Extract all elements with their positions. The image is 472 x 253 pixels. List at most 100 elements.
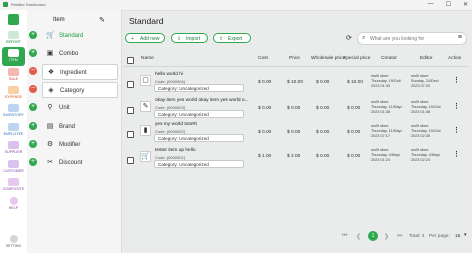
- close-window-button[interactable]: ✕: [463, 1, 468, 8]
- category-row-brand: + ▤ Brand: [27, 119, 121, 136]
- help-icon: [9, 197, 18, 205]
- total-count: Total: 4: [409, 234, 425, 239]
- filter-icon[interactable]: ≡: [458, 34, 462, 41]
- row-checkbox[interactable]: [127, 157, 134, 164]
- brand-icon: ▤: [46, 123, 54, 130]
- expand-plus-icon[interactable]: +: [29, 140, 37, 148]
- expand-plus-icon[interactable]: +: [29, 49, 37, 57]
- expense-icon: [8, 86, 19, 94]
- nav-expense[interactable]: EXPENSE: [2, 84, 25, 103]
- expand-plus-icon[interactable]: +: [29, 122, 37, 130]
- nav-report[interactable]: REPORT: [2, 29, 25, 48]
- nav-item[interactable]: ITEM: [2, 47, 25, 66]
- item-editor: multi store Thursday, 19/Oct/2023 01:48: [411, 100, 441, 114]
- export-icon: ⇧: [219, 35, 224, 42]
- item-category-field[interactable]: Category: Uncategorized: [154, 110, 244, 118]
- export-button[interactable]: ⇧ Export: [213, 33, 251, 43]
- row-actions-menu-icon[interactable]: ⋮: [453, 102, 460, 110]
- row-checkbox[interactable]: [127, 131, 134, 138]
- search-icon: ⌕: [362, 35, 366, 41]
- column-header-editor[interactable]: Editor: [420, 56, 433, 61]
- first-page-button[interactable]: ⏮: [342, 233, 347, 240]
- item-editor: multi store Sunday, 24/Dec/2023 07:20: [411, 74, 439, 88]
- nav-sale[interactable]: SALE: [2, 66, 25, 85]
- per-page-select[interactable]: 15: [455, 234, 460, 239]
- edit-pencil-icon[interactable]: ✎: [99, 16, 105, 24]
- discount-icon: ✂: [47, 159, 53, 166]
- store-logo-icon: [8, 14, 19, 25]
- import-button[interactable]: ⇩ Import: [171, 33, 208, 43]
- column-header-creator[interactable]: Creator: [381, 56, 397, 61]
- item-price: $ 10.00: [287, 80, 304, 85]
- column-header-cost[interactable]: Cost: [258, 56, 268, 61]
- main-content: Standard + Add new ⇩ Import ⇧ Export ⟳ ⌕…: [121, 10, 472, 253]
- expand-plus-icon[interactable]: +: [29, 158, 37, 166]
- prev-page-button[interactable]: ❮: [356, 233, 361, 240]
- current-page-button[interactable]: 1: [368, 231, 378, 241]
- category-label: Modifier: [59, 142, 81, 148]
- item-name: yes my world totoRi: [155, 122, 197, 127]
- nav-employee[interactable]: EMPLOYEE: [2, 121, 25, 140]
- row-checkbox[interactable]: [127, 81, 134, 88]
- collapse-minus-icon[interactable]: −: [29, 67, 37, 75]
- category-item-standard[interactable]: 🛒 Standard: [42, 28, 118, 44]
- nav-setting[interactable]: SETTING: [2, 233, 25, 252]
- expand-plus-icon[interactable]: +: [29, 31, 37, 39]
- item-wholesale-price: $ 0.00: [316, 106, 330, 111]
- next-page-button[interactable]: ❯: [384, 233, 389, 240]
- nav-customer[interactable]: CUSTOMER: [2, 158, 25, 177]
- item-creator: multi store Thursday, 11/May/2023 07:17: [371, 124, 402, 138]
- chevron-down-icon[interactable]: ▾: [464, 233, 466, 238]
- last-page-button[interactable]: ⏭: [397, 233, 402, 240]
- category-row-ingredient: − ❖ Ingredient: [27, 64, 121, 81]
- item-thumbnail: ▢: [140, 75, 151, 86]
- category-item-category[interactable]: ◈ Category: [42, 82, 118, 98]
- refresh-icon[interactable]: ⟳: [346, 34, 352, 42]
- item-special-price: $ 0.00: [347, 130, 361, 135]
- nav-supplier[interactable]: SUPPLIER: [2, 139, 25, 158]
- nav-help[interactable]: HELP: [2, 195, 25, 214]
- nav-composite[interactable]: COMPOSITE: [2, 176, 25, 195]
- item-category-field[interactable]: Category: Uncategorized: [154, 84, 244, 92]
- category-row-discount: + ✂ Discount: [27, 155, 121, 172]
- modifier-icon: ⚙: [46, 141, 54, 148]
- row-checkbox[interactable]: [127, 107, 134, 114]
- row-actions-menu-icon[interactable]: ⋮: [453, 150, 460, 158]
- item-category-field[interactable]: Category: Uncategorized: [154, 134, 244, 142]
- nav-inventory[interactable]: INVENTORY: [2, 102, 25, 121]
- column-header-wholesale[interactable]: Wholesale price: [311, 56, 345, 61]
- add-new-button[interactable]: + Add new: [125, 33, 165, 43]
- item-category-panel: Item ✎ + 🛒 Standard + ▣ Combo − ❖ Ingred…: [27, 10, 122, 253]
- composite-icon: [8, 178, 19, 186]
- item-price: $ 2.00: [287, 154, 301, 159]
- row-actions-menu-icon[interactable]: ⋮: [453, 126, 460, 134]
- item-thumbnail: ✎: [140, 101, 151, 112]
- column-header-action: Action: [448, 56, 462, 61]
- select-all-checkbox[interactable]: [127, 57, 134, 64]
- item-wholesale-price: $ 0.00: [316, 154, 330, 159]
- plus-icon: +: [131, 35, 134, 42]
- category-label: Category: [60, 88, 85, 94]
- item-icon: [8, 49, 19, 57]
- window-title: Retailer Dashboard: [11, 2, 46, 7]
- category-item-combo[interactable]: ▣ Combo: [42, 46, 118, 62]
- item-creator: multi store Thursday, 11/May/2023 01:38: [371, 100, 402, 114]
- column-header-name[interactable]: Name: [141, 56, 154, 61]
- collapse-minus-icon[interactable]: −: [29, 85, 37, 93]
- maximize-button[interactable]: ☐: [446, 1, 451, 8]
- category-item-ingredient[interactable]: ❖ Ingredient: [42, 64, 118, 80]
- minimize-button[interactable]: —: [428, 1, 434, 8]
- category-item-unit[interactable]: ⚲ Unit: [42, 100, 118, 116]
- row-actions-menu-icon[interactable]: ⋮: [453, 76, 460, 84]
- report-icon: [8, 31, 19, 39]
- item-category-field[interactable]: Category: Uncategorized: [154, 160, 244, 168]
- column-header-special[interactable]: Special price: [343, 56, 370, 61]
- category-item-modifier[interactable]: ⚙ Modifier: [42, 137, 118, 153]
- supplier-icon: [8, 141, 19, 149]
- search-input[interactable]: [370, 35, 450, 43]
- category-item-discount[interactable]: ✂ Discount: [42, 155, 118, 171]
- column-header-price[interactable]: Price: [289, 56, 300, 61]
- category-row-standard: + 🛒 Standard: [27, 28, 121, 45]
- expand-plus-icon[interactable]: +: [29, 103, 37, 111]
- category-item-brand[interactable]: ▤ Brand: [42, 119, 118, 135]
